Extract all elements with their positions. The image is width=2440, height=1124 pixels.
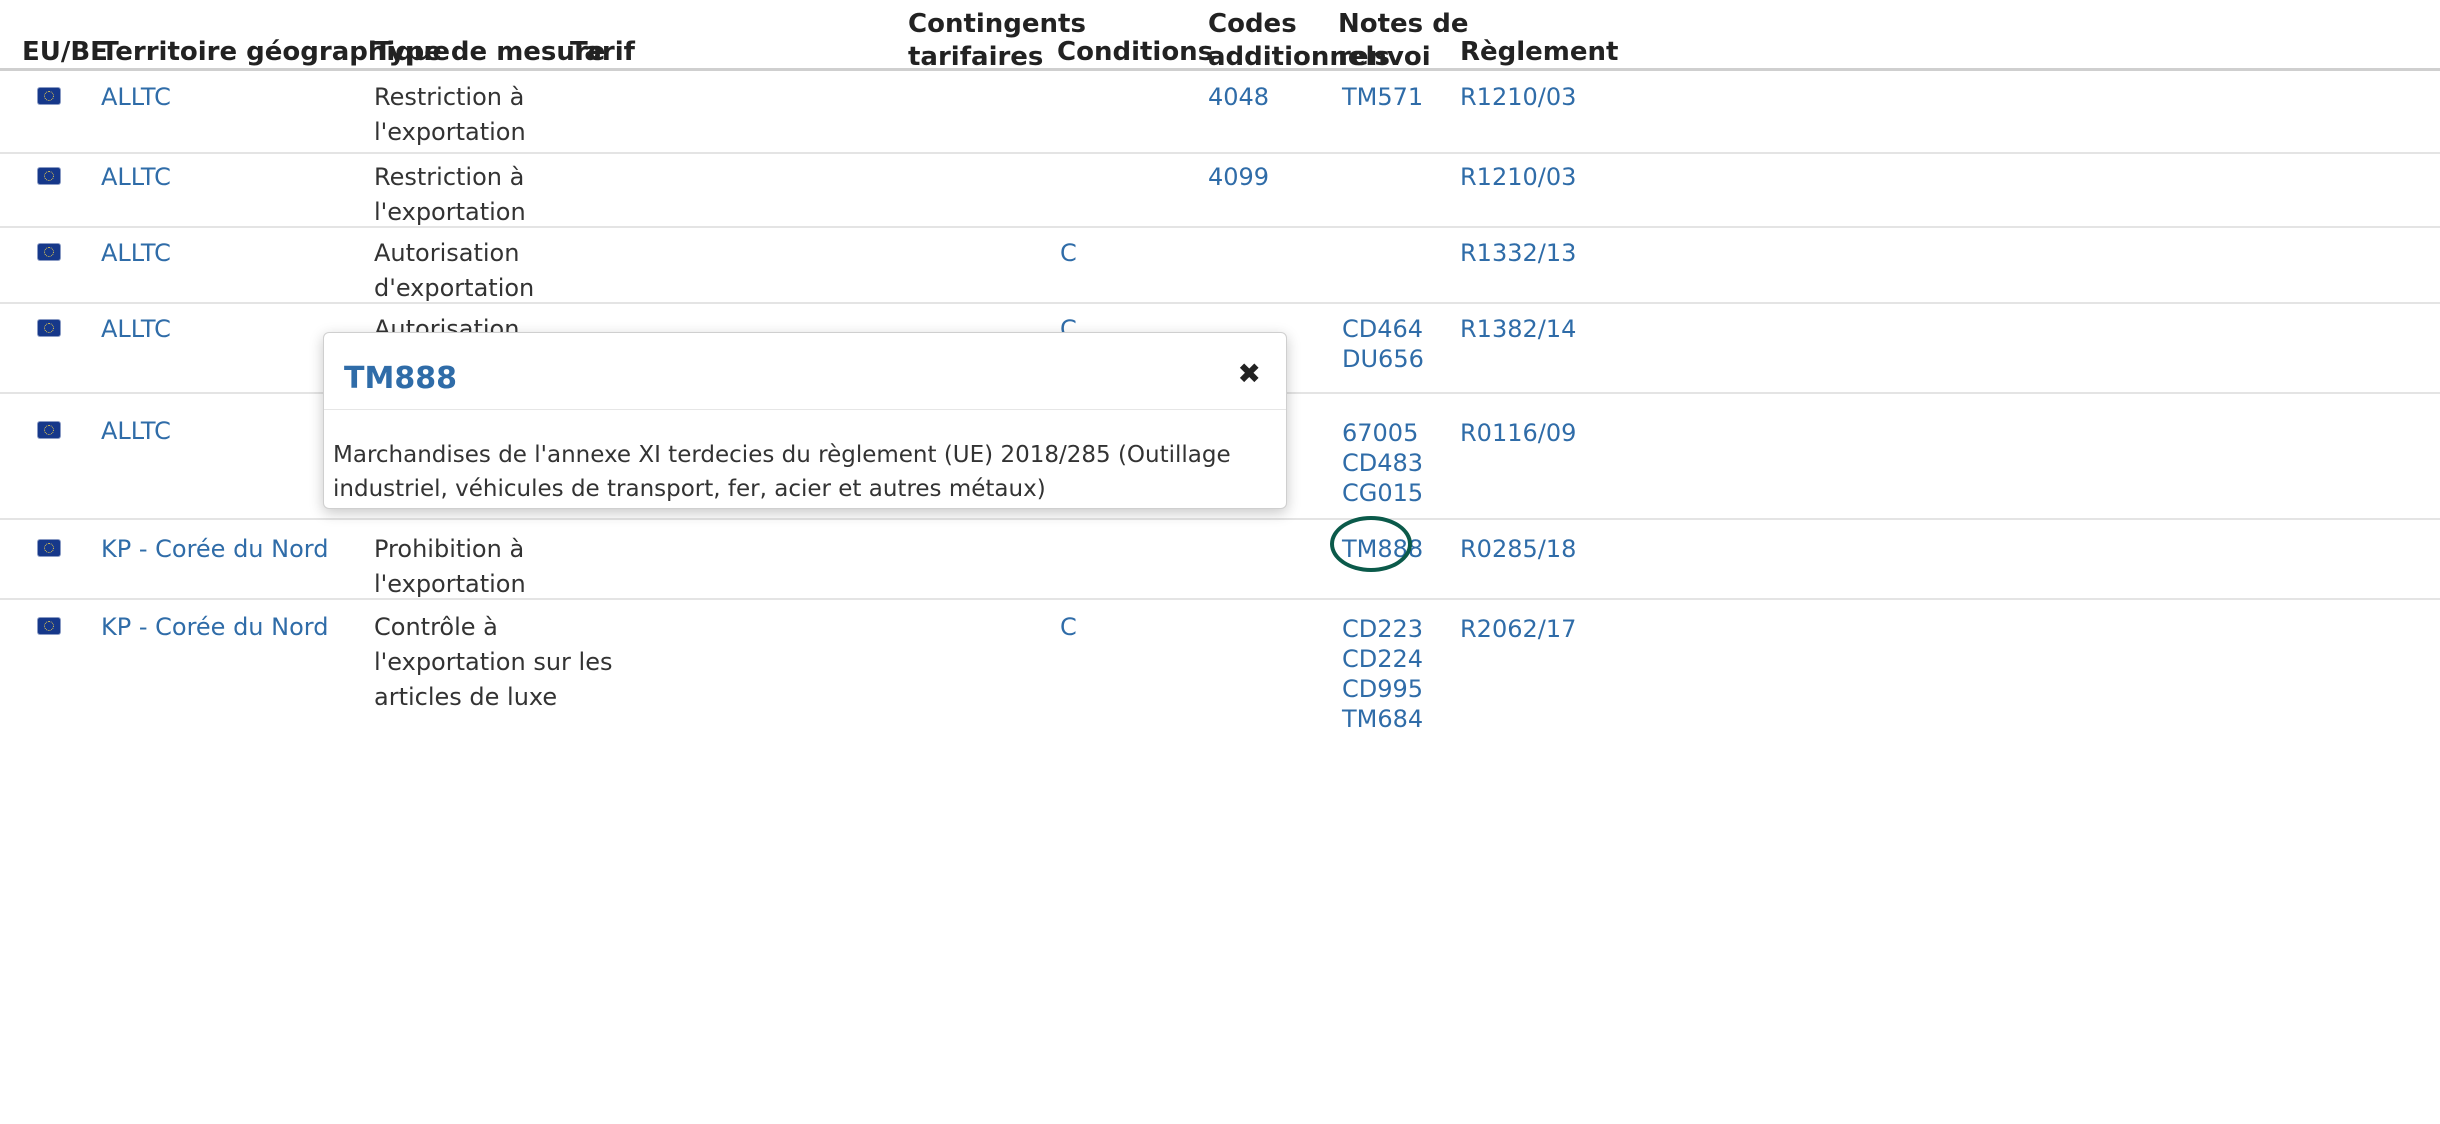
- type-line: d'exportation: [374, 274, 535, 302]
- territoire-link[interactable]: ALLTC: [101, 160, 171, 195]
- header-tarif: Tarif: [570, 37, 635, 67]
- header-notes-renvoi: Notes de renvoi: [1338, 8, 1468, 74]
- type-mesure: Restriction à l'exportation: [374, 160, 526, 230]
- type-line: articles de luxe: [374, 683, 558, 711]
- type-mesure: Contrôle à l'exportation sur les article…: [374, 610, 612, 715]
- header-divider: [0, 68, 2440, 71]
- highlight-circle: [1330, 516, 1412, 572]
- territoire-link[interactable]: ALLTC: [101, 312, 171, 347]
- reglement-link[interactable]: R2062/17: [1460, 612, 1576, 647]
- eu-flag-icon: [38, 618, 60, 634]
- eu-flag-icon: [38, 168, 60, 184]
- territoire-link[interactable]: KP - Corée du Nord: [101, 610, 328, 645]
- type-line: Autorisation: [374, 239, 520, 267]
- reglement-link[interactable]: R1332/13: [1460, 236, 1576, 271]
- conditions-link[interactable]: C: [1060, 236, 1077, 271]
- note-renvoi-link[interactable]: DU656: [1342, 342, 1424, 377]
- header-reglement: Règlement: [1460, 37, 1619, 67]
- row-divider: [0, 302, 2440, 304]
- territoire-link[interactable]: ALLTC: [101, 80, 171, 115]
- popover-title: TM888: [344, 361, 457, 396]
- eu-flag-icon: [38, 88, 60, 104]
- eu-flag-icon: [38, 320, 60, 336]
- eu-flag-icon: [38, 540, 60, 556]
- code-additionnel-link[interactable]: 4048: [1208, 80, 1269, 115]
- row-divider: [0, 226, 2440, 228]
- reglement-link[interactable]: R0116/09: [1460, 416, 1576, 451]
- row-divider: [0, 518, 2440, 520]
- header-eu-be: EU/BE: [22, 37, 108, 67]
- popover-divider: [324, 409, 1286, 410]
- eu-flag-icon: [38, 422, 60, 438]
- reglement-link[interactable]: R1210/03: [1460, 160, 1576, 195]
- note-renvoi-link[interactable]: TM684: [1342, 702, 1423, 737]
- note-popover: TM888 ✖ Marchandises de l'annexe XI terd…: [323, 332, 1287, 509]
- type-line: l'exportation: [374, 118, 526, 146]
- type-line: l'exportation: [374, 570, 526, 598]
- type-line: Prohibition à: [374, 535, 525, 563]
- popover-body: Marchandises de l'annexe XI terdecies du…: [333, 442, 1231, 502]
- header-conditions: Conditions: [1057, 37, 1214, 67]
- close-icon[interactable]: ✖: [1238, 357, 1261, 391]
- type-line: l'exportation: [374, 198, 526, 226]
- type-mesure: Autorisation d'exportation: [374, 236, 534, 306]
- territoire-link[interactable]: ALLTC: [101, 236, 171, 271]
- type-line: Restriction à: [374, 163, 525, 191]
- type-line: Contrôle à: [374, 613, 498, 641]
- territoire-link[interactable]: ALLTC: [101, 414, 171, 449]
- eu-flag-icon: [38, 244, 60, 260]
- reglement-link[interactable]: R1382/14: [1460, 312, 1576, 347]
- reglement-link[interactable]: R0285/18: [1460, 532, 1576, 567]
- type-mesure: Prohibition à l'exportation: [374, 532, 526, 602]
- header-notes-line1: Notes de: [1338, 9, 1469, 39]
- type-mesure: Restriction à l'exportation: [374, 80, 526, 150]
- territoire-link[interactable]: KP - Corée du Nord: [101, 532, 328, 567]
- type-line: l'exportation sur les: [374, 648, 613, 676]
- row-divider: [0, 152, 2440, 154]
- code-additionnel-link[interactable]: 4099: [1208, 160, 1269, 195]
- note-renvoi-link[interactable]: TM571: [1342, 80, 1423, 115]
- reglement-link[interactable]: R1210/03: [1460, 80, 1576, 115]
- row-divider: [0, 598, 2440, 600]
- type-line: Restriction à: [374, 83, 525, 111]
- conditions-link[interactable]: C: [1060, 610, 1077, 645]
- note-renvoi-link[interactable]: CG015: [1342, 476, 1423, 511]
